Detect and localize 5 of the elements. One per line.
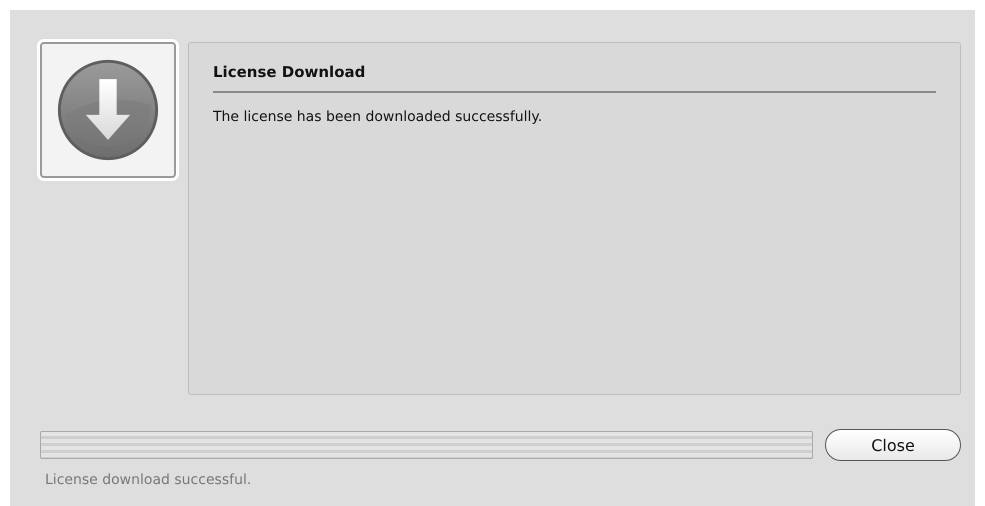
download-icon (55, 57, 161, 163)
status-text: License download successful. (45, 472, 252, 488)
close-button[interactable]: Close (825, 429, 961, 461)
panel-title: License Download (213, 63, 936, 93)
message-text: The license has been downloaded successfully. (213, 109, 544, 125)
